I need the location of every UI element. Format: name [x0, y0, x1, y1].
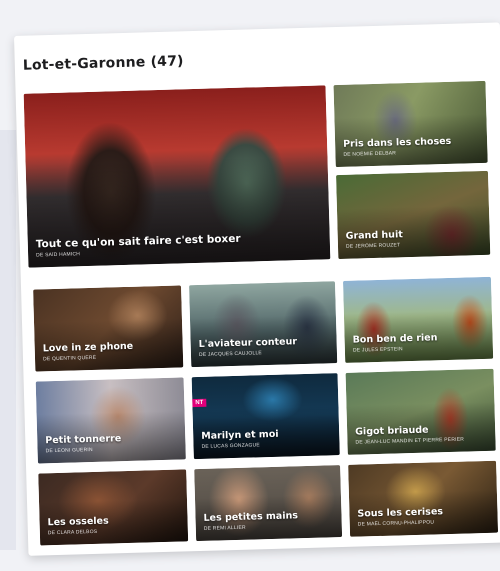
- film-tile[interactable]: Pris dans les choses DE NOÉMIE DELBAR: [333, 80, 488, 168]
- film-title: Les osseles: [47, 515, 109, 529]
- film-tile[interactable]: Bon ben de rien DE JULES EPSTEIN: [342, 276, 494, 363]
- film-tile[interactable]: Grand huit DE JÉRÔME ROUZET: [336, 170, 491, 260]
- film-tile[interactable]: NT Marilyn et moi DE LUCAS GONZAGUE: [191, 373, 340, 460]
- film-title: Gigot briaude: [355, 424, 429, 438]
- film-title: Les petites mains: [203, 510, 299, 524]
- film-tile[interactable]: Les petites mains DE RÉMI ALLIER: [194, 465, 343, 542]
- film-tile[interactable]: Tout ce qu'on sait faire c'est boxer DE …: [23, 85, 331, 268]
- film-tile[interactable]: L'aviateur conteur DE JACQUES CAUJOLLE: [189, 281, 338, 368]
- region-card: Lot-et-Garonne (47) Tout ce qu'on sait f…: [14, 22, 500, 556]
- film-tile[interactable]: Gigot briaude DE JEAN-LUC MANDIN ET PIER…: [345, 368, 496, 455]
- channel-badge: NT: [192, 398, 207, 408]
- film-title: Marilyn et moi: [201, 428, 279, 442]
- film-title: Sous les cerises: [357, 506, 444, 520]
- film-title: L'aviateur conteur: [198, 336, 298, 350]
- film-title: Bon ben de rien: [352, 332, 438, 346]
- section-title: Lot-et-Garonne (47): [22, 53, 184, 74]
- background-panel: [0, 130, 16, 550]
- film-tile[interactable]: Love in ze phone DE QUENTIN QUÉRÉ: [33, 285, 184, 372]
- film-title: Petit tonnerre: [45, 433, 122, 447]
- film-title: Love in ze phone: [42, 340, 134, 355]
- film-tile[interactable]: Sous les cerises DE MAËL CORNU-PHALIPPOU: [348, 460, 499, 537]
- film-tile[interactable]: Les osseles DE CLARA DELBOS: [38, 469, 189, 546]
- film-tile[interactable]: Petit tonnerre DE LÉONI GUERIN: [35, 377, 186, 464]
